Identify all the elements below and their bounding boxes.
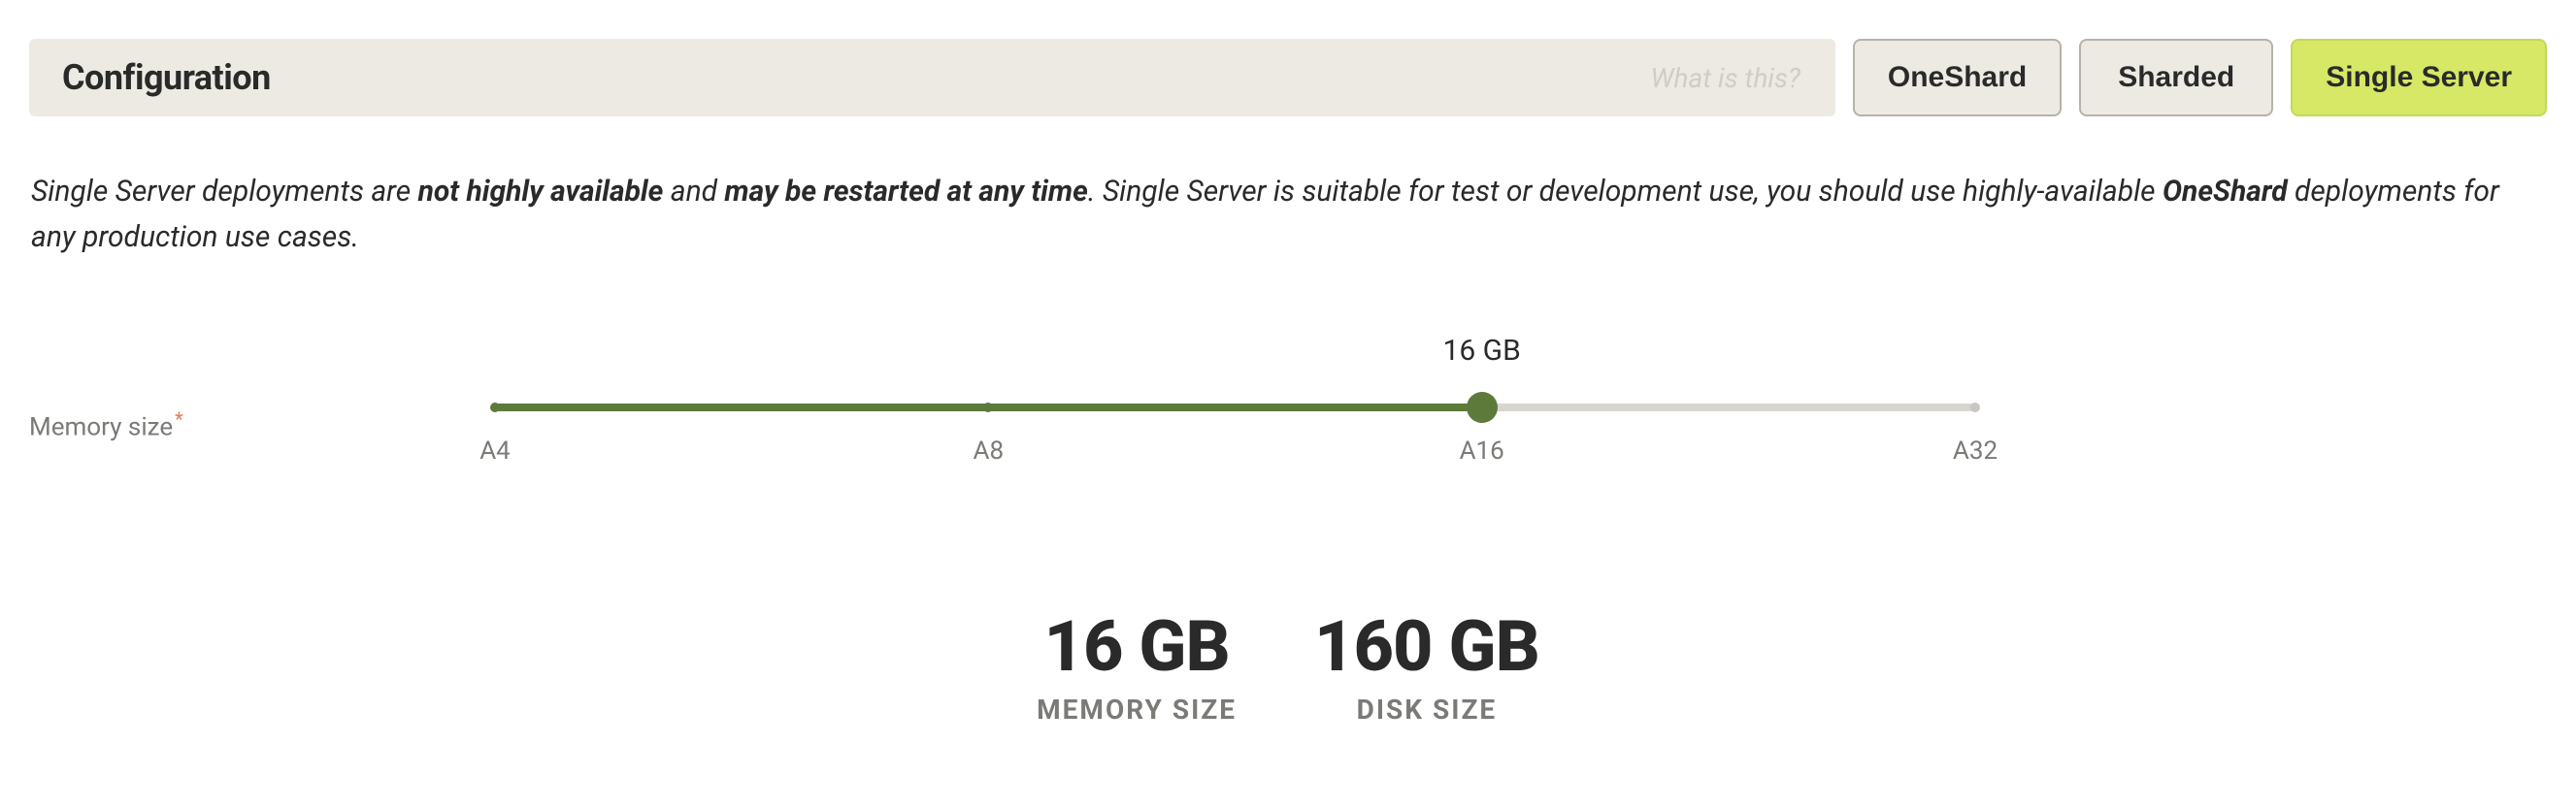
slider-tick: A32 [1953,437,1998,466]
memory-size-slider-wrap: 16 GB A4 A8 A16 A32 [495,338,1975,469]
tab-oneshard[interactable]: OneShard [1853,39,2062,116]
memory-stat-label: MEMORY SIZE [1037,694,1237,726]
stats-row: 16 GB MEMORY SIZE 160 GB DISK SIZE [29,605,2547,726]
memory-stat: 16 GB MEMORY SIZE [1037,605,1237,726]
memory-stat-value: 16 GB [1037,605,1237,688]
slider-tick: A16 [1460,437,1504,466]
disk-stat: 160 GB DISK SIZE [1314,605,1539,726]
panel-title: Configuration [62,57,271,98]
disk-stat-value: 160 GB [1314,605,1539,688]
desc-text: . Single Server is suitable for test or … [1088,175,2163,209]
required-marker: * [175,407,183,431]
slider-value-label: 16 GB [1443,334,1521,368]
desc-bold: OneShard [2163,175,2288,209]
slider-thumb[interactable] [1467,392,1498,423]
disk-stat-label: DISK SIZE [1314,694,1539,726]
desc-text: Single Server deployments are [31,175,418,209]
desc-bold: not highly available [418,175,664,209]
memory-size-row: Memory size* 16 GB A4 A8 A16 A32 [29,338,2547,469]
desc-text: and [663,175,724,209]
slider-stop [1970,403,1980,412]
tab-single-server[interactable]: Single Server [2291,39,2547,116]
memory-size-label: Memory size [29,413,173,442]
tab-sharded[interactable]: Sharded [2079,39,2273,116]
config-header: Configuration What is this? OneShard Sha… [29,39,2547,116]
desc-bold: may be restarted at any time [724,175,1087,209]
slider-tick: A4 [479,437,511,466]
slider-stop [983,403,993,412]
what-is-this-link[interactable]: What is this? [1650,62,1805,94]
slider-tick: A8 [974,437,1005,466]
slider-stop [490,403,500,412]
title-block: Configuration What is this? [29,39,1835,116]
slider-ticks: A4 A8 A16 A32 [495,437,1975,469]
memory-size-label-cell: Memory size* [29,338,495,442]
deployment-description: Single Server deployments are not highly… [29,170,2547,260]
memory-size-slider[interactable] [495,404,1975,411]
